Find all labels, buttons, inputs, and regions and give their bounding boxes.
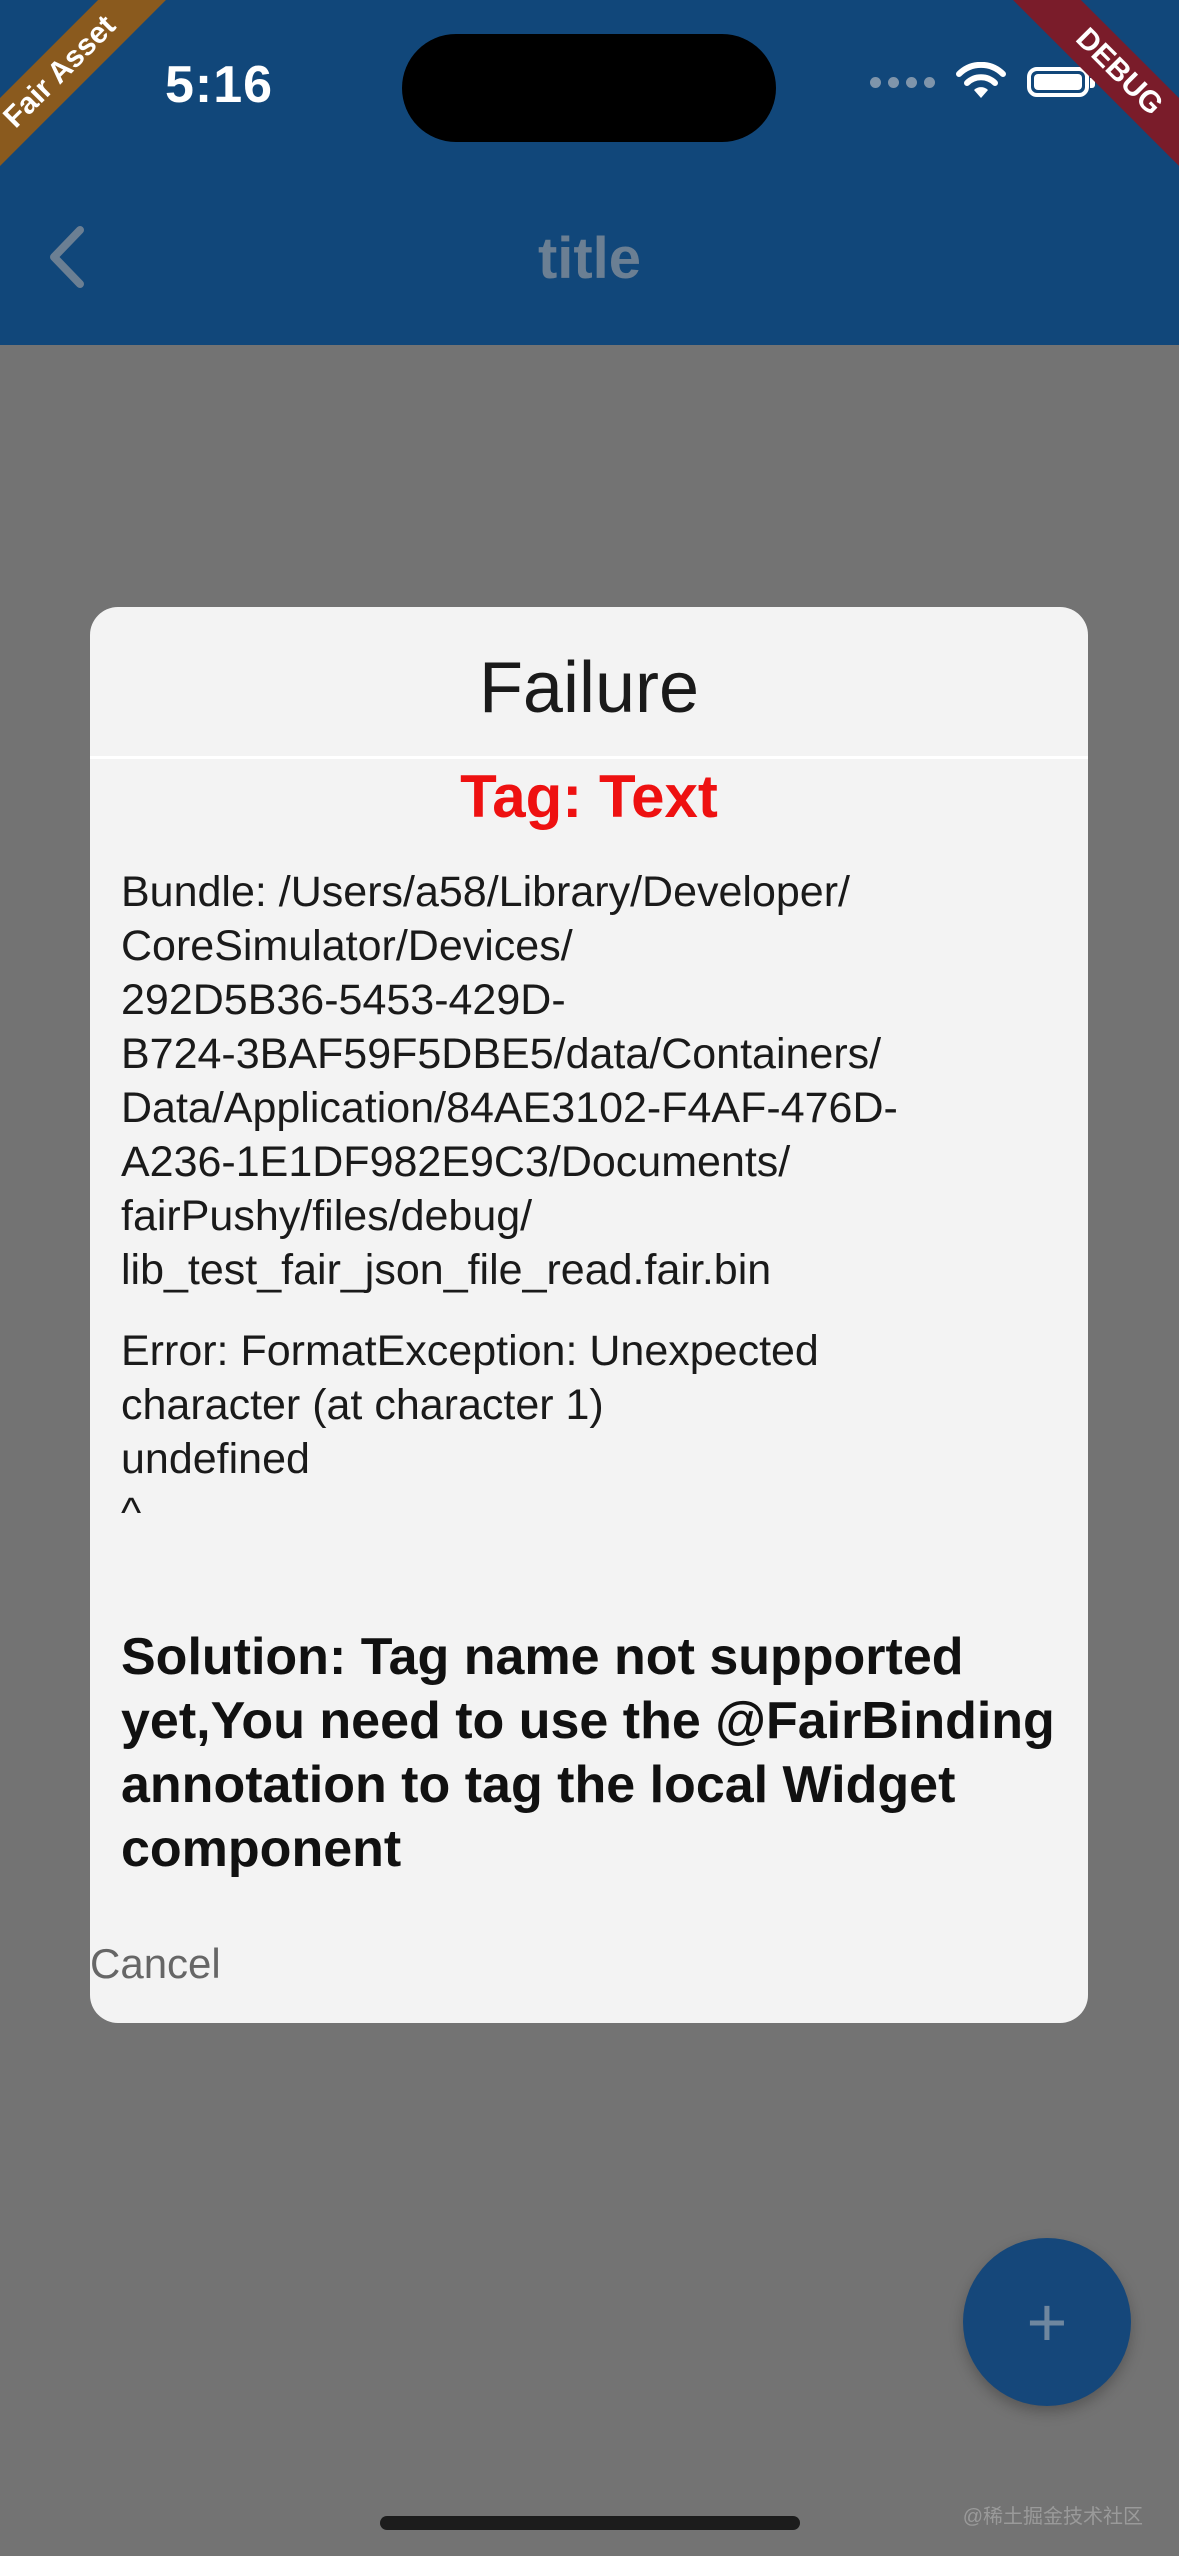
wifi-icon xyxy=(956,62,1006,98)
dynamic-island xyxy=(402,34,776,142)
dialog-divider xyxy=(90,756,1088,759)
error-message: Error: FormatException: Unexpected chara… xyxy=(121,1327,819,1537)
app-bar: 5:16 Fair Asset DEBUG title xyxy=(0,0,1179,345)
add-fab-button[interactable]: + xyxy=(963,2238,1131,2406)
plus-icon: + xyxy=(1026,2283,1068,2361)
cancel-button[interactable]: Cancel xyxy=(90,1940,221,1988)
error-tag: Tag: Text xyxy=(460,763,718,830)
status-time: 5:16 xyxy=(165,56,274,114)
dialog-title: Failure xyxy=(478,648,700,728)
failure-dialog: Failure Tag: Text Bundle: /Users/a58/Lib… xyxy=(90,607,1088,2023)
cellular-signal-icon xyxy=(870,76,935,88)
fair-asset-banner: Fair Asset xyxy=(0,0,184,196)
page-title: title xyxy=(537,226,642,291)
watermark: @稀土掘金技术社区 xyxy=(962,2506,1143,2528)
home-indicator xyxy=(380,2516,800,2530)
battery-icon xyxy=(1027,67,1095,97)
solution-text: Solution: Tag name not supported yet,You… xyxy=(121,1628,1055,1878)
status-icons xyxy=(870,62,1095,102)
bundle-path-text: Bundle: /Users/a58/Library/Developer/ Co… xyxy=(121,868,898,1294)
